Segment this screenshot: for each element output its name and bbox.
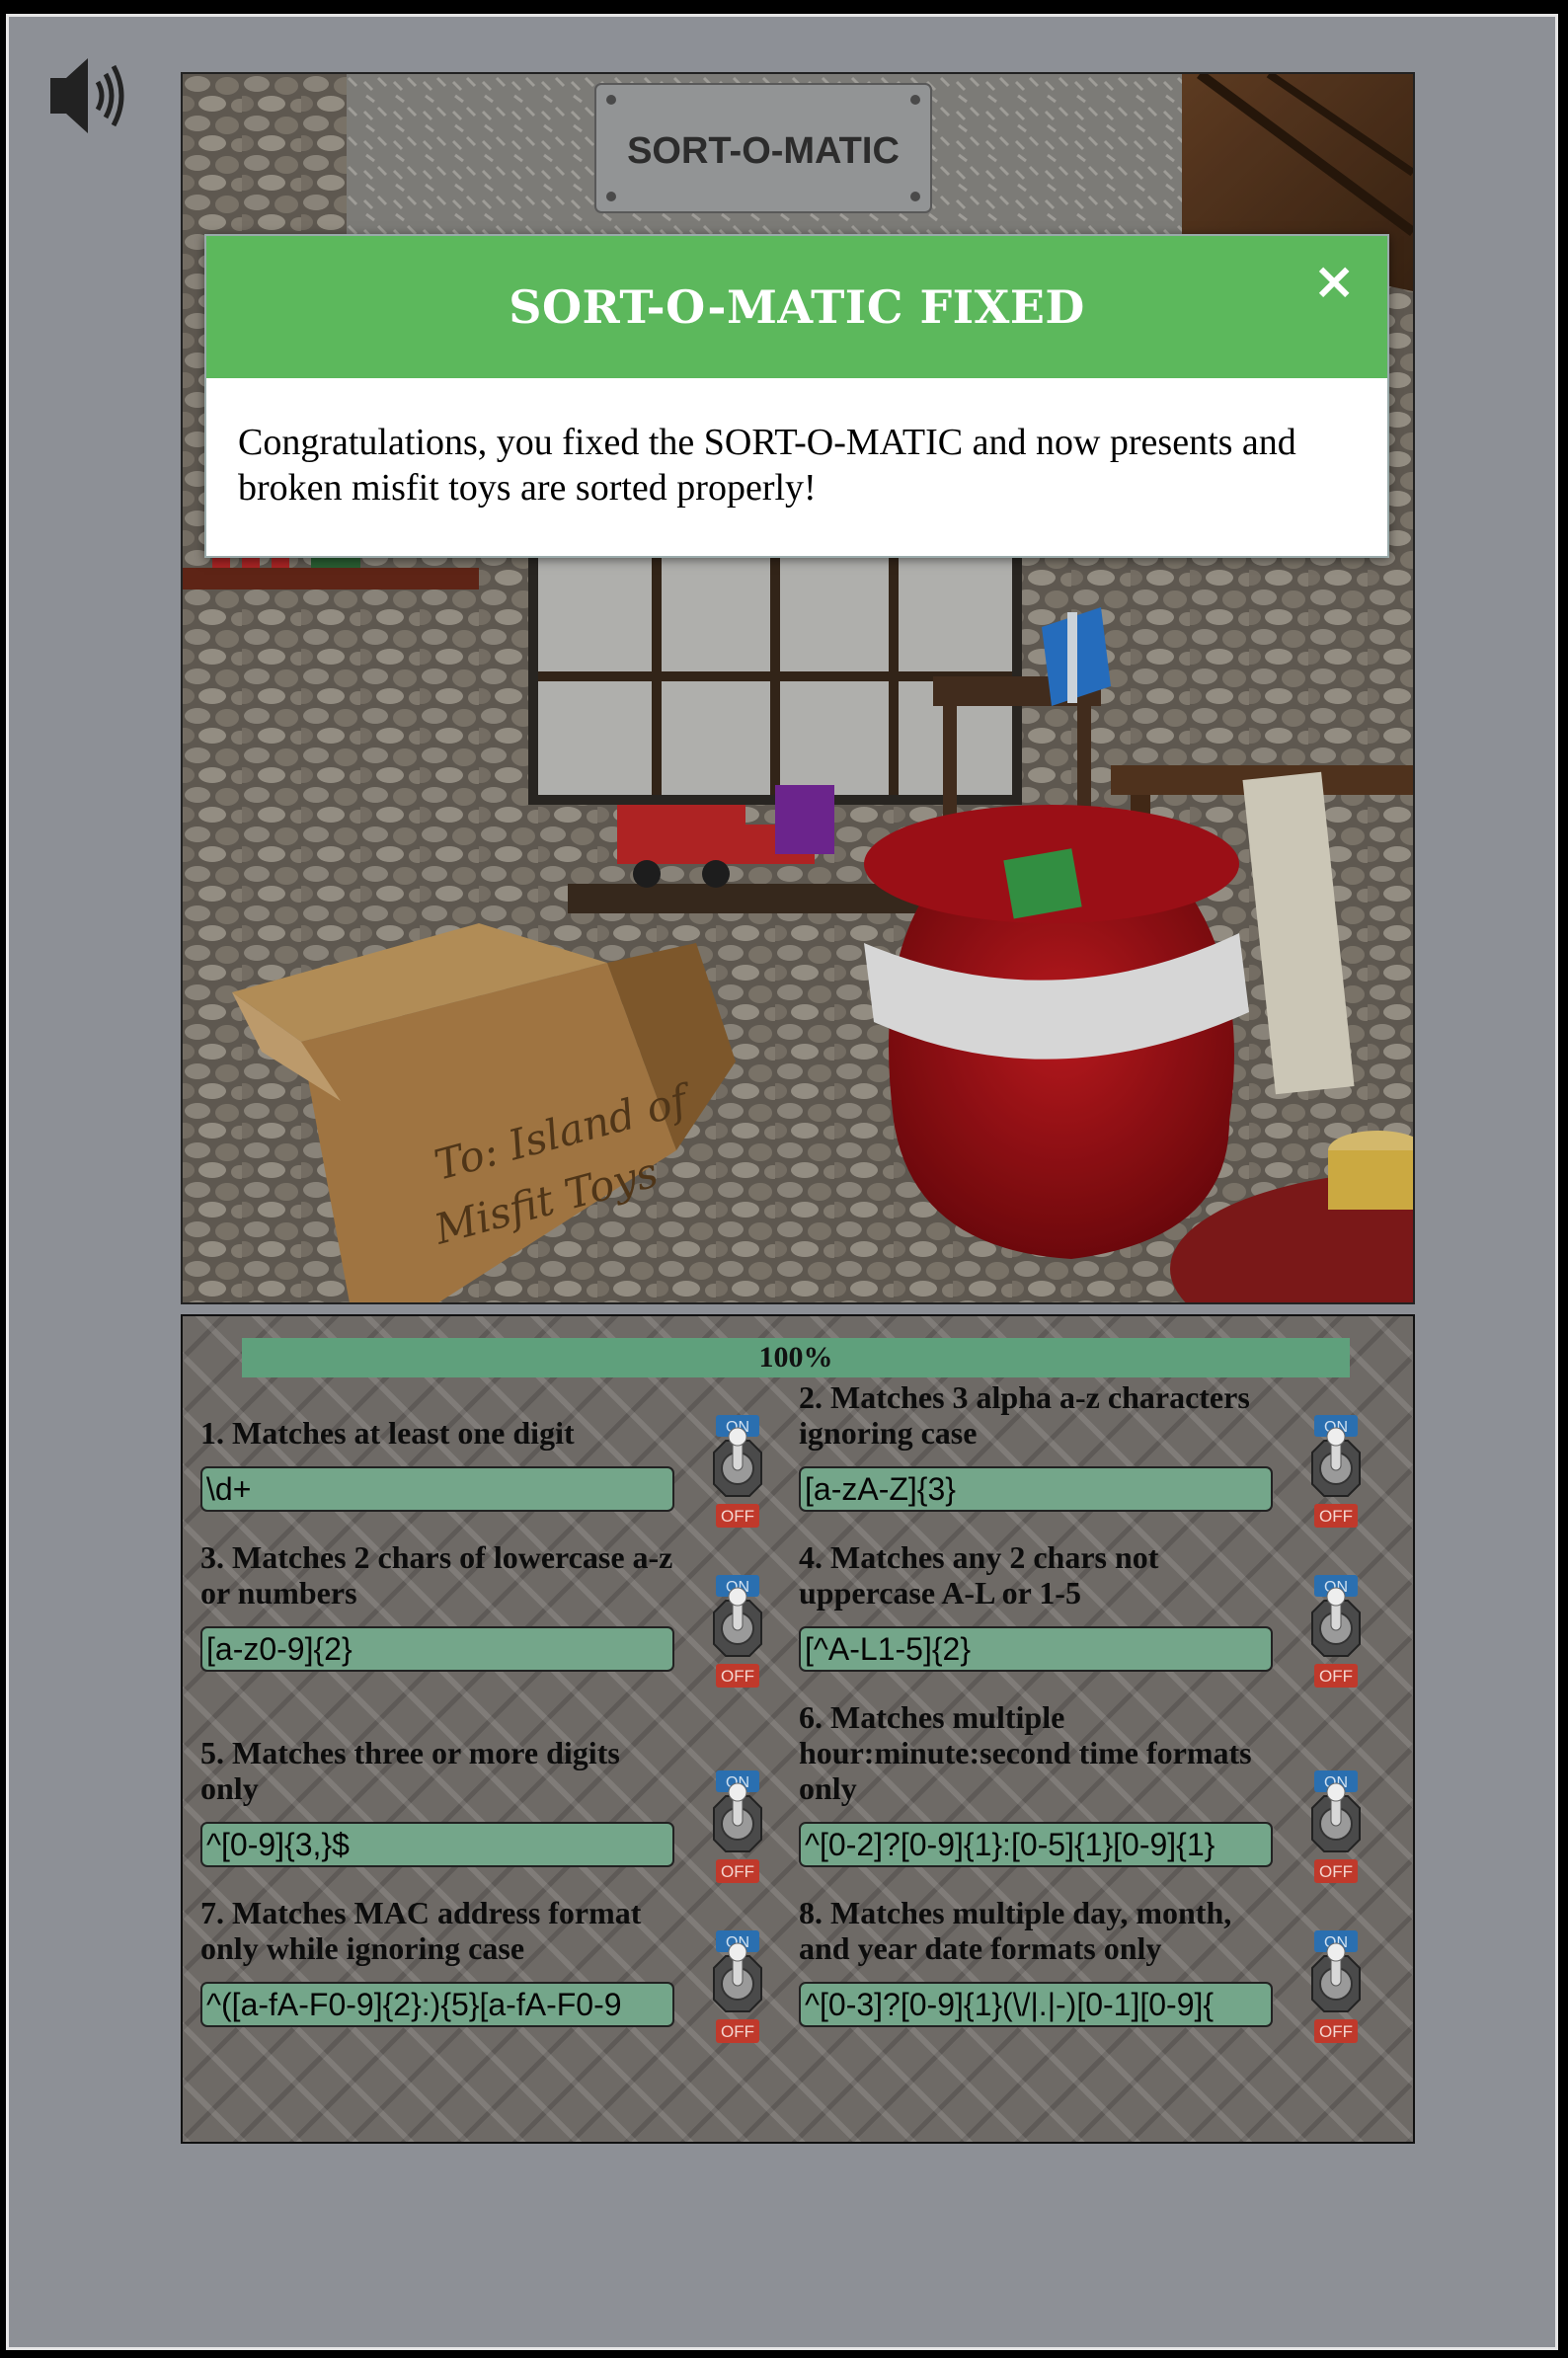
game-frame: SORT-O-MATIC To: Island of Misfit Toys S… — [6, 14, 1558, 2350]
rule-label: 7. Matches MAC address format only while… — [200, 1895, 642, 1966]
close-icon[interactable]: × — [1312, 256, 1356, 307]
rule-label: 8. Matches multiple day, month, and year… — [799, 1895, 1232, 1966]
toggle-off-label: OFF — [721, 1862, 754, 1881]
toggle-switch[interactable]: ONOFF — [1304, 1768, 1368, 1887]
dialog-message: Congratulations, you fixed the SORT-O-MA… — [238, 422, 1296, 509]
toggle-switch[interactable]: ONOFF — [706, 1573, 769, 1691]
speaker-icon[interactable] — [44, 50, 135, 141]
toggle-off-label: OFF — [1319, 1862, 1353, 1881]
toggle-off-label: OFF — [1319, 2022, 1353, 2041]
toggle-switch[interactable]: ONOFF — [1304, 1573, 1368, 1691]
toggle-switch[interactable]: ONOFF — [1304, 1413, 1368, 1532]
dialog-title: SORT-O-MATIC FIXED — [509, 280, 1085, 334]
toggle-switch[interactable]: ONOFF — [706, 1768, 769, 1887]
toggle-off-label: OFF — [721, 1507, 754, 1526]
toggle-switch[interactable]: ONOFF — [1304, 1928, 1368, 2047]
toggle-off-label: OFF — [1319, 1507, 1353, 1526]
regex-control-panel: 100% 1. Matches at least one digit\d+ONO… — [181, 1314, 1415, 2144]
success-dialog: SORT-O-MATIC FIXED × Congratulations, yo… — [204, 234, 1389, 558]
toggle-switch[interactable]: ONOFF — [706, 1413, 769, 1532]
toggle-off-label: OFF — [721, 1667, 754, 1686]
toggle-off-label: OFF — [1319, 1667, 1353, 1686]
dialog-header: SORT-O-MATIC FIXED × — [206, 236, 1387, 378]
toggle-off-label: OFF — [721, 2022, 754, 2041]
rule-7: 7. Matches MAC address format only while… — [200, 1316, 694, 2027]
regex-input[interactable]: ^[0-3]?[0-9]{1}(\/|.|-)[0-1][0-9]{ — [799, 1982, 1273, 2027]
regex-input[interactable]: ^([a-fA-F0-9]{2}:){5}[a-fA-F0-9 — [200, 1982, 674, 2027]
rule-8: 8. Matches multiple day, month, and year… — [799, 1316, 1293, 2027]
toggle-switch[interactable]: ONOFF — [706, 1928, 769, 2047]
